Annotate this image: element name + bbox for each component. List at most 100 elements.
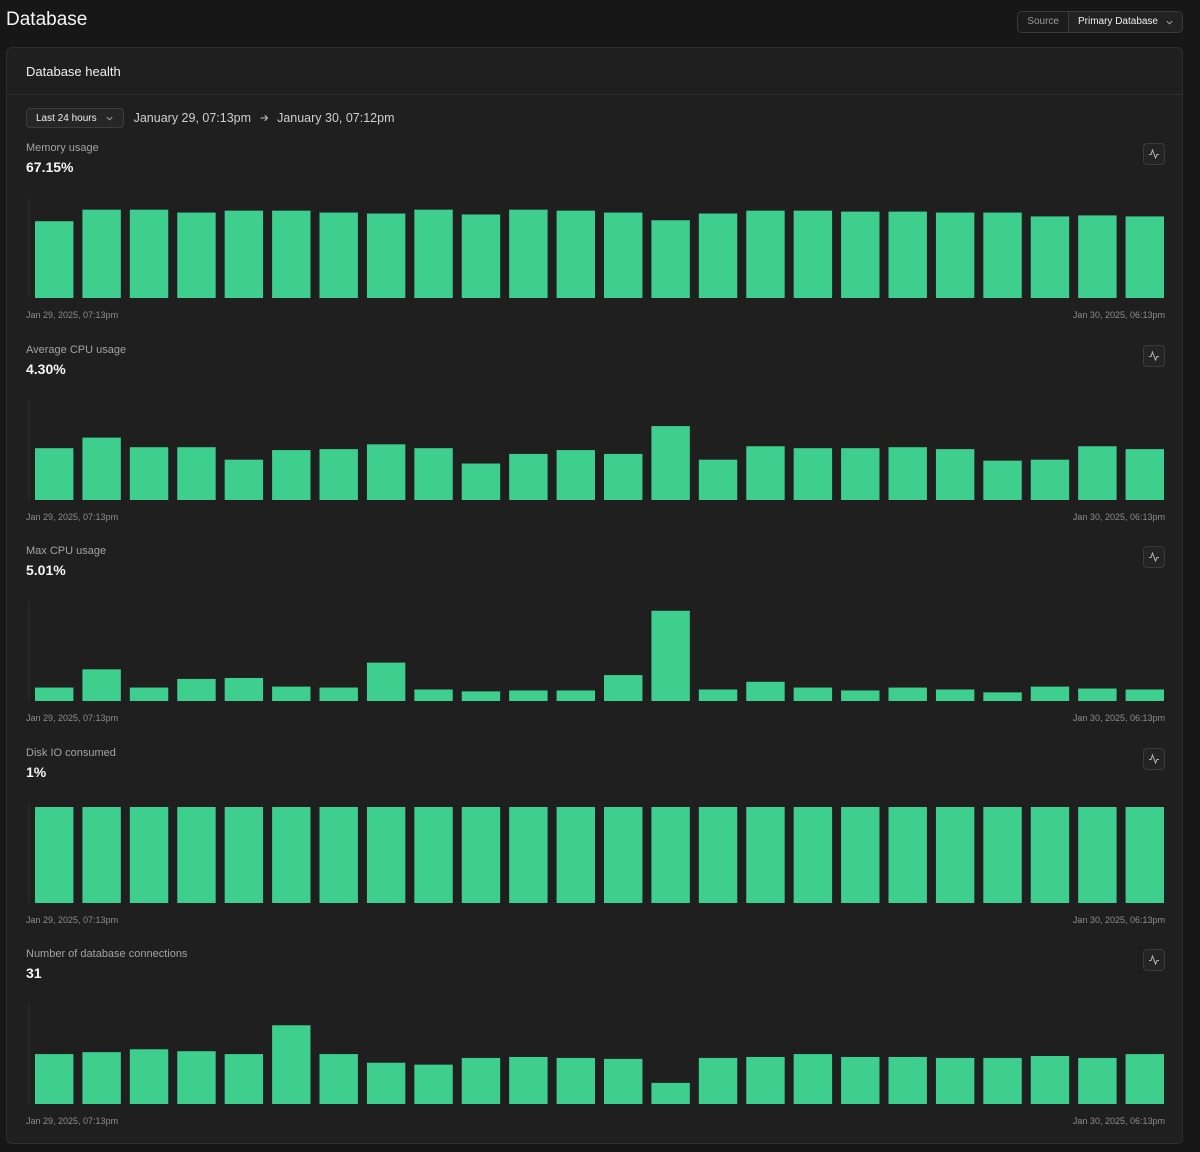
chart-bar[interactable] xyxy=(935,807,975,903)
chart-bar[interactable] xyxy=(129,687,169,701)
chart-bar[interactable] xyxy=(1030,459,1070,500)
chart-bar[interactable] xyxy=(556,450,595,500)
chart-bar[interactable] xyxy=(366,1062,406,1104)
source-select[interactable]: Source Primary Database xyxy=(1017,11,1183,33)
chart-bar[interactable] xyxy=(414,209,453,298)
chart-bar[interactable] xyxy=(793,687,833,701)
chart-bar[interactable] xyxy=(888,447,927,500)
chart-bar[interactable] xyxy=(129,209,169,298)
chart-bar[interactable] xyxy=(651,807,690,903)
chart-bar[interactable] xyxy=(1125,1054,1164,1104)
chart-bar[interactable] xyxy=(793,1054,833,1104)
chart-bar[interactable] xyxy=(82,669,121,701)
chart-bar[interactable] xyxy=(272,210,311,298)
chart-bar[interactable] xyxy=(556,1057,595,1104)
chart-bar[interactable] xyxy=(177,678,216,701)
chart-bar[interactable] xyxy=(129,447,169,500)
chart-bar[interactable] xyxy=(35,448,74,500)
chart-bar[interactable] xyxy=(509,209,548,298)
chart-bar[interactable] xyxy=(35,807,74,903)
chart-bar[interactable] xyxy=(414,689,453,701)
chart-bar[interactable] xyxy=(319,687,358,701)
chart-bar[interactable] xyxy=(556,690,595,701)
chart-bar[interactable] xyxy=(129,807,169,903)
chart-bar[interactable] xyxy=(177,807,216,903)
chart-bar[interactable] xyxy=(366,444,406,500)
chart-bar[interactable] xyxy=(319,212,358,298)
chart-bar[interactable] xyxy=(224,1054,264,1104)
chart-bar[interactable] xyxy=(841,1056,880,1104)
chart-bar[interactable] xyxy=(177,447,216,500)
chart-bar[interactable] xyxy=(35,687,74,701)
chart-bar[interactable] xyxy=(651,220,690,298)
chart-bar[interactable] xyxy=(82,1052,121,1104)
chart-bar[interactable] xyxy=(935,1057,975,1104)
chart-bar[interactable] xyxy=(888,807,927,903)
chart-bar[interactable] xyxy=(1030,1056,1070,1104)
chart-bar[interactable] xyxy=(698,807,738,903)
chart-bar[interactable] xyxy=(177,212,216,298)
chart-bar[interactable] xyxy=(841,448,880,500)
chart-bar[interactable] xyxy=(129,1049,169,1104)
chart-bar[interactable] xyxy=(224,210,264,298)
chart-bar[interactable] xyxy=(366,213,406,298)
chart-bar[interactable] xyxy=(1078,446,1117,500)
chart-bar[interactable] xyxy=(793,210,833,298)
chart-bar[interactable] xyxy=(604,675,643,701)
chart-type-toggle[interactable] xyxy=(1143,143,1165,165)
chart-bar[interactable] xyxy=(224,459,264,500)
chart-bar[interactable] xyxy=(366,662,406,701)
chart-bar[interactable] xyxy=(414,1064,453,1104)
chart-type-toggle[interactable] xyxy=(1143,949,1165,971)
chart-bar[interactable] xyxy=(983,692,1022,701)
chart-bar[interactable] xyxy=(461,214,501,298)
chart-bar[interactable] xyxy=(509,807,548,903)
chart-bar[interactable] xyxy=(556,807,595,903)
chart-bar[interactable] xyxy=(1030,686,1070,701)
chart-bar[interactable] xyxy=(509,1056,548,1104)
chart-bar[interactable] xyxy=(35,221,74,298)
chart-bar[interactable] xyxy=(461,1057,501,1104)
chart-bar[interactable] xyxy=(698,689,738,701)
chart-bar[interactable] xyxy=(82,437,121,500)
chart-bar[interactable] xyxy=(935,449,975,500)
chart-bar[interactable] xyxy=(651,610,690,701)
chart-bar[interactable] xyxy=(272,807,311,903)
chart-bar[interactable] xyxy=(1125,807,1164,903)
chart-bar[interactable] xyxy=(841,211,880,298)
chart-bar[interactable] xyxy=(82,209,121,298)
chart-bar[interactable] xyxy=(841,807,880,903)
chart-bar[interactable] xyxy=(935,212,975,298)
chart-bar[interactable] xyxy=(1078,1057,1117,1104)
chart-bar[interactable] xyxy=(272,686,311,701)
chart-bar[interactable] xyxy=(414,807,453,903)
chart-type-toggle[interactable] xyxy=(1143,748,1165,770)
chart-bar[interactable] xyxy=(1078,807,1117,903)
chart-bar[interactable] xyxy=(651,1082,690,1104)
chart-bar[interactable] xyxy=(651,426,690,500)
chart-bar[interactable] xyxy=(224,807,264,903)
chart-type-toggle[interactable] xyxy=(1143,546,1165,568)
chart-bar[interactable] xyxy=(272,450,311,500)
chart-bar[interactable] xyxy=(604,1058,643,1104)
source-dropdown[interactable]: Primary Database xyxy=(1068,12,1182,32)
chart-bar[interactable] xyxy=(414,448,453,500)
chart-bar[interactable] xyxy=(604,453,643,500)
chart-bar[interactable] xyxy=(746,446,785,500)
chart-bar[interactable] xyxy=(224,677,264,701)
chart-bar[interactable] xyxy=(177,1051,216,1104)
chart-bar[interactable] xyxy=(1030,216,1070,298)
chart-bar[interactable] xyxy=(746,1056,785,1104)
chart-bar[interactable] xyxy=(1078,688,1117,701)
chart-bar[interactable] xyxy=(1030,807,1070,903)
chart-bar[interactable] xyxy=(461,807,501,903)
time-range-button[interactable]: Last 24 hours xyxy=(26,108,124,128)
chart-bar[interactable] xyxy=(935,689,975,701)
chart-bar[interactable] xyxy=(983,807,1022,903)
chart-bar[interactable] xyxy=(319,807,358,903)
chart-bar[interactable] xyxy=(604,807,643,903)
chart-bar[interactable] xyxy=(35,1054,74,1104)
chart-bar[interactable] xyxy=(746,210,785,298)
chart-bar[interactable] xyxy=(319,1054,358,1104)
chart-bar[interactable] xyxy=(793,448,833,500)
